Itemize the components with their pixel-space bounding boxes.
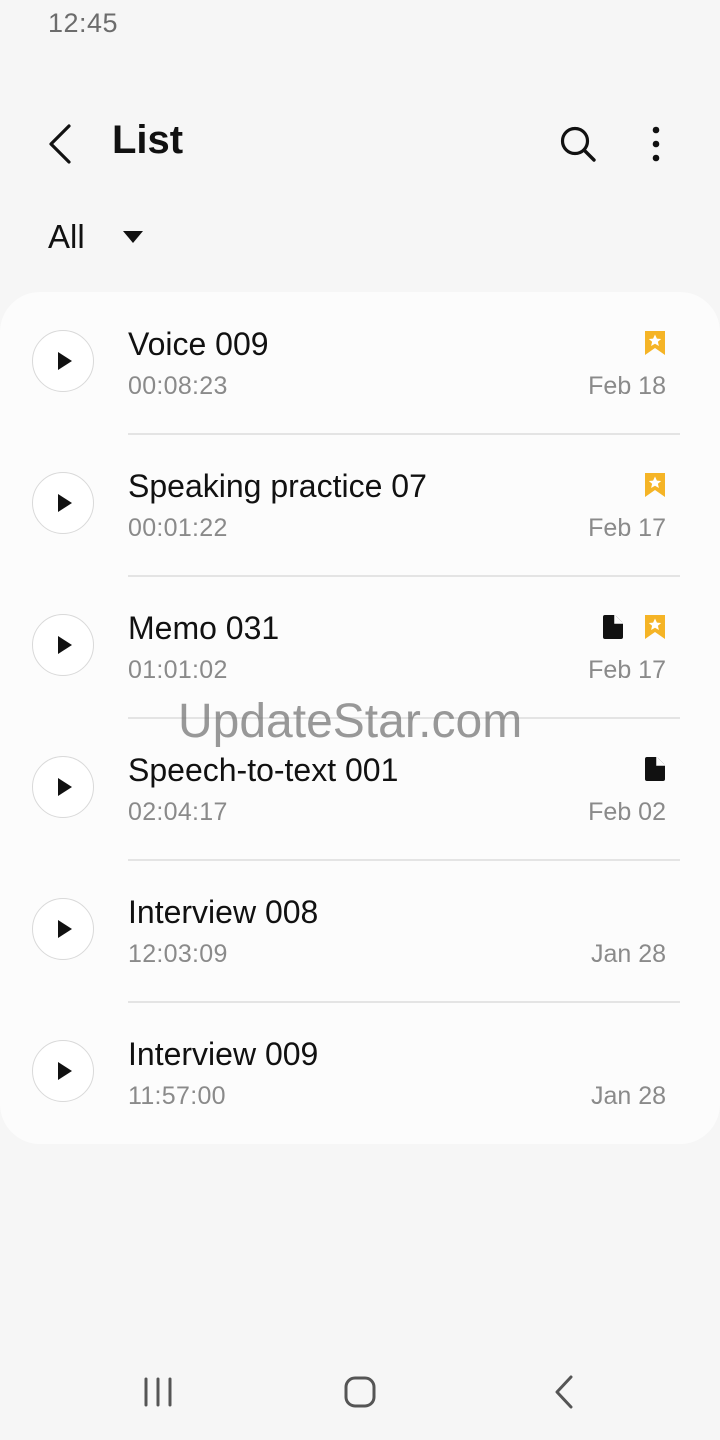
- play-icon: [58, 920, 72, 938]
- navigation-bar: [0, 1356, 720, 1428]
- back-button[interactable]: [36, 120, 84, 168]
- bookmark-star-icon: [645, 331, 665, 355]
- play-button[interactable]: [32, 472, 94, 534]
- dropdown-arrow-icon: [122, 231, 143, 243]
- play-icon: [58, 352, 72, 370]
- recording-date: Feb 18: [588, 372, 666, 400]
- bookmark-star-icon: [645, 473, 665, 497]
- play-button[interactable]: [32, 330, 94, 392]
- recording-date: Feb 17: [588, 514, 666, 542]
- recording-date: Feb 17: [588, 656, 666, 684]
- filter-dropdown[interactable]: All: [48, 212, 143, 262]
- transcript-icon: [603, 615, 623, 639]
- app-bar: List: [0, 108, 720, 180]
- recording-item[interactable]: Speaking practice 07 00:01:22 Feb 17: [0, 434, 720, 576]
- home-icon: [344, 1376, 376, 1408]
- play-icon: [58, 778, 72, 796]
- recording-title: Interview 008: [128, 894, 319, 930]
- play-icon: [58, 494, 72, 512]
- recording-date: Jan 28: [590, 940, 666, 968]
- page-title: List: [112, 118, 184, 162]
- home-button[interactable]: [336, 1372, 384, 1412]
- recording-title: Memo 031: [128, 610, 280, 646]
- recording-duration: 00:08:23: [128, 372, 228, 400]
- recording-duration: 11:57:00: [128, 1082, 226, 1110]
- chevron-left-icon: [49, 124, 71, 164]
- watermark: UpdateStar.com: [178, 695, 523, 748]
- recording-duration: 12:03:09: [128, 940, 228, 968]
- search-button[interactable]: [554, 120, 602, 168]
- recording-item[interactable]: Voice 009 00:08:23 Feb 18: [0, 292, 720, 434]
- back-icon: [555, 1375, 573, 1409]
- recording-title: Voice 009: [128, 326, 269, 362]
- play-button[interactable]: [32, 898, 94, 960]
- recording-status-icons: [644, 330, 666, 356]
- recording-status-icons: [644, 472, 666, 498]
- recording-title: Speech-to-text 001: [128, 752, 399, 788]
- more-vertical-icon: [652, 126, 660, 162]
- more-options-button[interactable]: [632, 120, 680, 168]
- recent-apps-button[interactable]: [134, 1372, 182, 1412]
- filter-label: All: [48, 218, 85, 255]
- recent-apps-icon: [144, 1377, 172, 1407]
- play-button[interactable]: [32, 614, 94, 676]
- recording-item[interactable]: Interview 009 11:57:00 Jan 28: [0, 1002, 720, 1144]
- recording-status-icons: [602, 614, 666, 640]
- recording-duration: 00:01:22: [128, 514, 228, 542]
- bookmark-star-icon: [645, 615, 665, 639]
- recording-title: Interview 009: [128, 1036, 319, 1072]
- recording-item[interactable]: Interview 008 12:03:09 Jan 28: [0, 860, 720, 1002]
- recording-title: Speaking practice 07: [128, 468, 427, 504]
- system-back-button[interactable]: [540, 1372, 588, 1412]
- recording-duration: 01:01:02: [128, 656, 228, 684]
- transcript-icon: [645, 757, 665, 781]
- search-icon: [560, 126, 596, 162]
- recording-date: Feb 02: [588, 798, 666, 826]
- play-button[interactable]: [32, 756, 94, 818]
- status-time: 12:45: [48, 8, 119, 38]
- play-icon: [58, 636, 72, 654]
- play-button[interactable]: [32, 1040, 94, 1102]
- recording-duration: 02:04:17: [128, 798, 228, 826]
- recording-date: Jan 28: [590, 1082, 666, 1110]
- play-icon: [58, 1062, 72, 1080]
- recording-status-icons: [644, 756, 666, 782]
